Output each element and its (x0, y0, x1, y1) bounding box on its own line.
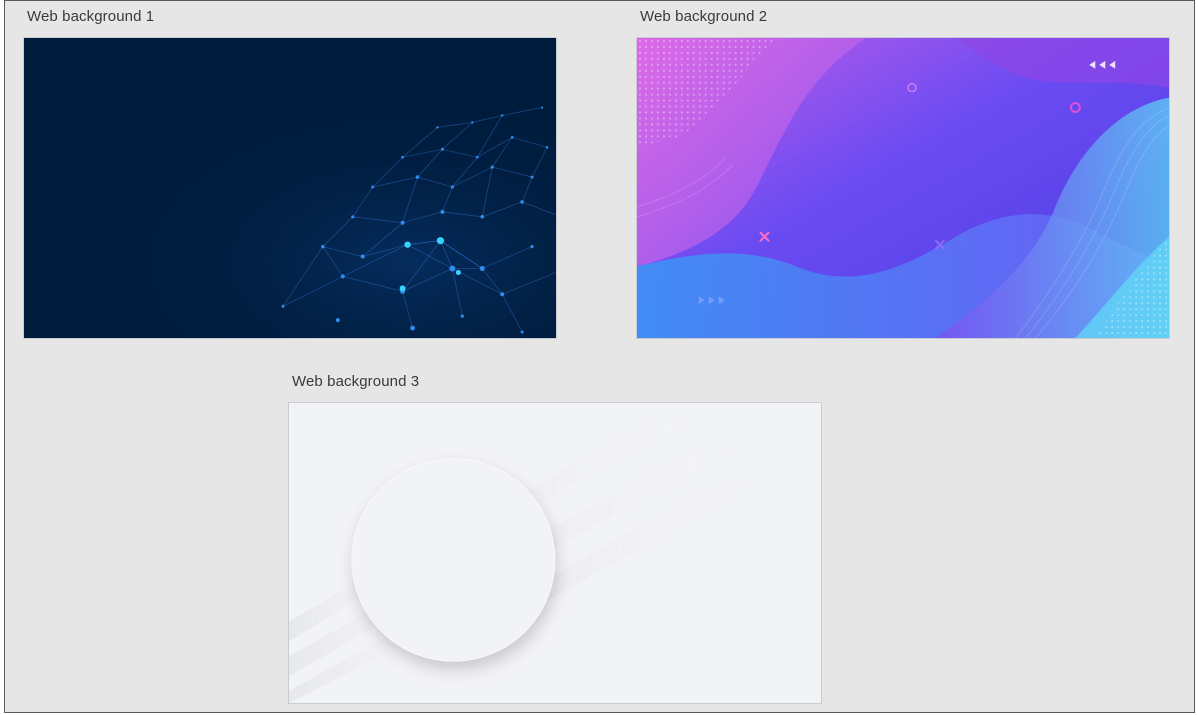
neumorphic-circle-image (289, 403, 821, 703)
background-1-label: Web background 1 (27, 8, 155, 25)
fluid-gradient-image (637, 38, 1169, 338)
background-2-thumbnail[interactable] (636, 37, 1170, 339)
background-3-label: Web background 3 (292, 373, 420, 390)
background-2-label: Web background 2 (640, 8, 768, 25)
background-1-thumbnail[interactable] (23, 37, 557, 339)
network-plexus-image (24, 38, 556, 338)
backgrounds-canvas: Web background 1 Web background 2 Web ba… (4, 0, 1195, 713)
background-3-thumbnail[interactable] (288, 402, 822, 704)
